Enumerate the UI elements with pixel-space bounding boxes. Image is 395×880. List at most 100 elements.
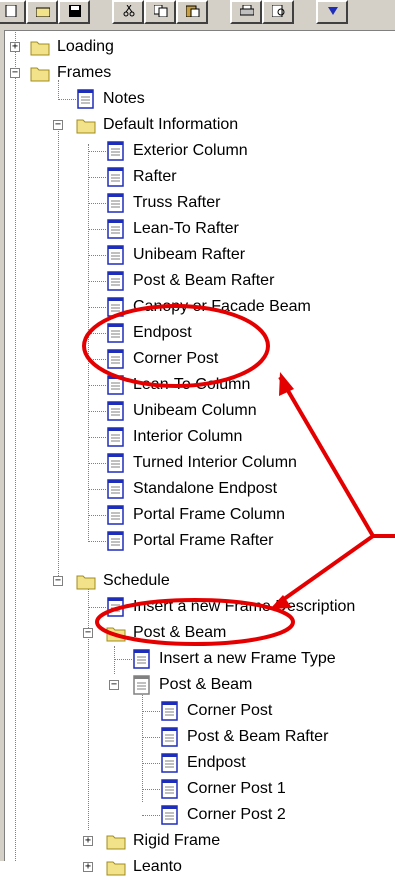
collapse-minus-icon[interactable]: − — [83, 628, 93, 638]
open-button[interactable] — [26, 0, 58, 24]
expand-plus-icon[interactable]: + — [83, 836, 93, 846]
tree-item-post-beam-0[interactable]: Corner Post — [5, 698, 395, 724]
cut-button[interactable] — [112, 0, 144, 24]
tree-connector — [88, 437, 106, 438]
tree-label: Rigid Frame — [133, 832, 221, 849]
document-icon — [107, 245, 124, 265]
document-icon — [107, 375, 124, 395]
tree-connector — [88, 541, 106, 542]
tree-item-default-12[interactable]: Turned Interior Column — [5, 450, 395, 476]
tree-item-default-3[interactable]: Lean-To Rafter — [5, 216, 395, 242]
help-button[interactable] — [316, 0, 348, 24]
tree-item-default-4[interactable]: Unibeam Rafter — [5, 242, 395, 268]
tree-label: Lean-To Column — [133, 376, 251, 393]
tree-item-default-14[interactable]: Portal Frame Column — [5, 502, 395, 528]
document-icon — [107, 297, 124, 317]
tree-item-default-information[interactable]: − Default Information — [5, 112, 395, 138]
document-icon — [107, 219, 124, 239]
folder-icon — [106, 627, 126, 642]
folder-icon — [106, 861, 126, 876]
tree-item-post-beam-1[interactable]: Post & Beam Rafter — [5, 724, 395, 750]
tree-item-default-6[interactable]: Canopy or Facade Beam — [5, 294, 395, 320]
tree-label: Insert a new Frame Type — [159, 650, 336, 667]
tree-connector — [88, 203, 106, 204]
collapse-minus-icon[interactable]: − — [53, 120, 63, 130]
new-button[interactable] — [0, 0, 26, 24]
tree-connector — [88, 515, 106, 516]
tree-label: Post & Beam Rafter — [133, 272, 275, 289]
tree-item-loading[interactable]: + Loading — [5, 34, 395, 60]
tree-item-post-beam-3[interactable]: Corner Post 1 — [5, 776, 395, 802]
tree-item-default-0[interactable]: Exterior Column — [5, 138, 395, 164]
tree-item-default-11[interactable]: Interior Column — [5, 424, 395, 450]
tree-connector — [88, 151, 106, 152]
tree-item-post-beam-folder[interactable]: − Post & Beam — [5, 620, 395, 646]
tree-item-post-beam-doc[interactable]: − Post & Beam — [5, 672, 395, 698]
tree-item-leanto[interactable]: + Leanto — [5, 854, 395, 880]
save-button[interactable] — [58, 0, 90, 24]
document-icon — [107, 453, 124, 473]
tree-connector — [88, 463, 106, 464]
document-icon — [107, 141, 124, 161]
tree-item-post-beam-2[interactable]: Endpost — [5, 750, 395, 776]
document-icon — [107, 531, 124, 551]
folder-icon — [30, 41, 50, 56]
down-arrow-icon — [328, 7, 338, 15]
tree-connector — [88, 385, 106, 386]
print-button[interactable] — [230, 0, 262, 24]
tree-item-default-5[interactable]: Post & Beam Rafter — [5, 268, 395, 294]
tree-connector — [88, 177, 106, 178]
paste-icon — [186, 5, 200, 17]
document-icon — [161, 727, 178, 747]
tree-item-default-15[interactable]: Portal Frame Rafter — [5, 528, 395, 554]
document-icon — [161, 701, 178, 721]
document-icon — [107, 479, 124, 499]
expand-plus-icon[interactable]: + — [83, 862, 93, 872]
tree-item-default-2[interactable]: Truss Rafter — [5, 190, 395, 216]
tree-label: Leanto — [133, 858, 182, 875]
tree-label: Lean-To Rafter — [133, 220, 239, 237]
tree-view[interactable]: + Loading − Frames Notes − Default Infor… — [5, 30, 395, 876]
printer-icon — [240, 5, 254, 16]
expand-plus-icon[interactable]: + — [10, 42, 20, 52]
tree-connector — [142, 815, 160, 816]
copy-button[interactable] — [144, 0, 176, 24]
tree-label: Insert a new Frame Description — [133, 598, 356, 615]
tree-item-insert-frame-description[interactable]: Insert a new Frame Description — [5, 594, 395, 620]
tree-label: Portal Frame Rafter — [133, 532, 274, 549]
paste-button[interactable] — [176, 0, 208, 24]
tree-item-default-8[interactable]: Corner Post — [5, 346, 395, 372]
tree-item-frames[interactable]: − Frames — [5, 60, 395, 86]
tree-item-schedule[interactable]: − Schedule — [5, 568, 395, 594]
document-icon — [77, 89, 94, 109]
tree-item-post-beam-4[interactable]: Corner Post 2 — [5, 802, 395, 828]
tree-label: Standalone Endpost — [133, 480, 278, 497]
tree-label: Corner Post — [187, 702, 273, 719]
tree-item-default-9[interactable]: Lean-To Column — [5, 372, 395, 398]
tree-label: Schedule — [103, 572, 170, 589]
document-icon — [133, 649, 150, 669]
print-preview-icon — [272, 5, 285, 17]
tree-connector — [88, 489, 106, 490]
tree-label: Truss Rafter — [133, 194, 221, 211]
tree-item-notes[interactable]: Notes — [5, 86, 395, 112]
tree-label: Default Information — [103, 116, 239, 133]
tree-item-insert-frame-type[interactable]: Insert a new Frame Type — [5, 646, 395, 672]
print-preview-button[interactable] — [262, 0, 294, 24]
tree-connector — [88, 607, 106, 608]
folder-icon — [76, 119, 96, 134]
tree-connector — [88, 307, 106, 308]
tree-item-default-10[interactable]: Unibeam Column — [5, 398, 395, 424]
collapse-minus-icon[interactable]: − — [109, 680, 119, 690]
tree-item-default-13[interactable]: Standalone Endpost — [5, 476, 395, 502]
tree-item-rigid-frame[interactable]: + Rigid Frame — [5, 828, 395, 854]
tree-item-default-1[interactable]: Rafter — [5, 164, 395, 190]
tree-connector — [88, 359, 106, 360]
collapse-minus-icon[interactable]: − — [53, 576, 63, 586]
document-icon — [161, 753, 178, 773]
tree-label: Portal Frame Column — [133, 506, 286, 523]
toolbar — [0, 0, 395, 31]
tree-label: Unibeam Column — [133, 402, 257, 419]
tree-item-default-7[interactable]: Endpost — [5, 320, 395, 346]
collapse-minus-icon[interactable]: − — [10, 68, 20, 78]
